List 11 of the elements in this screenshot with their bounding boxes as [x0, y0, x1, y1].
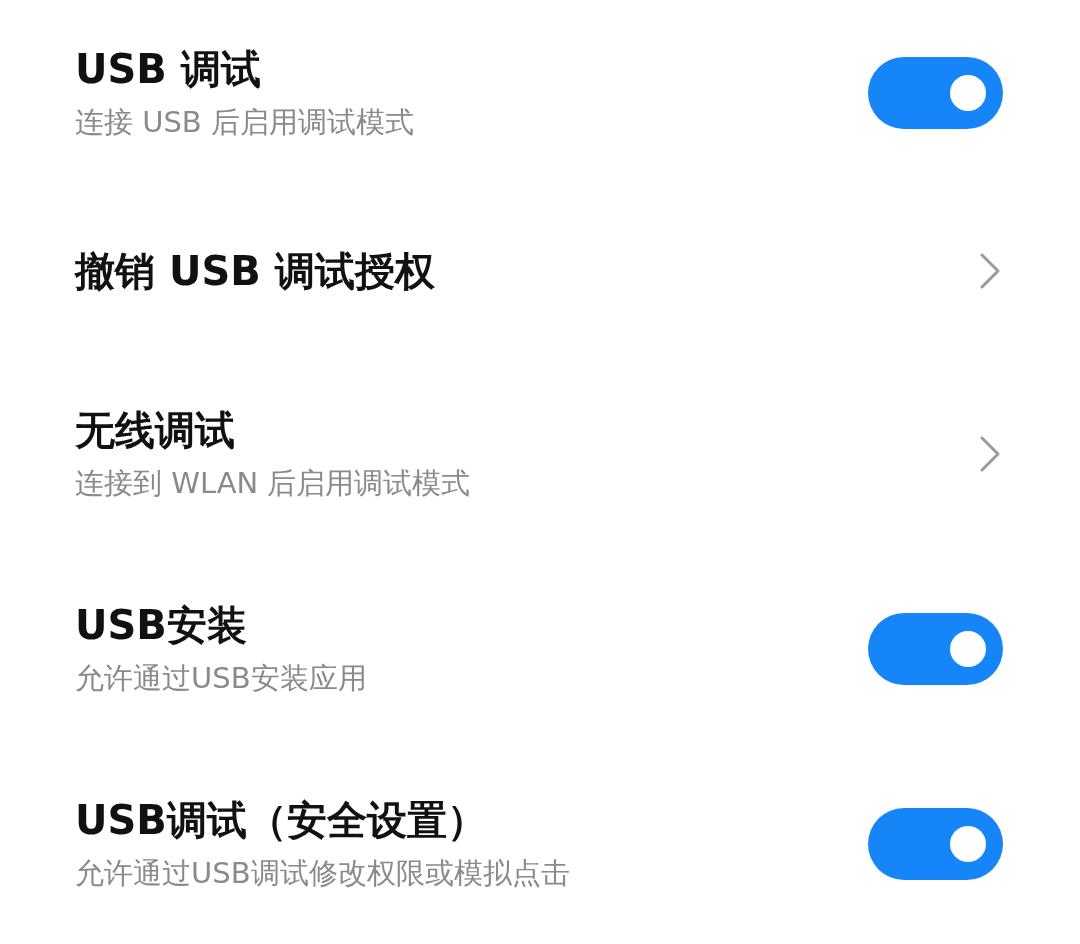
- chevron-right-icon[interactable]: [979, 434, 1001, 473]
- setting-description: 允许通过USB安装应用: [75, 659, 367, 697]
- setting-description: 允许通过USB调试修改权限或模拟点击: [75, 855, 570, 892]
- chevron-right-icon[interactable]: [979, 252, 1001, 290]
- setting-description: 连接 USB 后启用调试模式: [75, 104, 414, 141]
- setting-title: USB 调试: [75, 45, 262, 94]
- setting-description: 连接到 WLAN 后启用调试模式: [75, 464, 471, 502]
- setting-title: 撤销 USB 调试授权: [75, 247, 435, 296]
- setting-title: USB安装: [75, 600, 248, 650]
- setting-title: USB调试（安全设置）: [75, 796, 488, 845]
- setting-title: 无线调试: [75, 405, 236, 455]
